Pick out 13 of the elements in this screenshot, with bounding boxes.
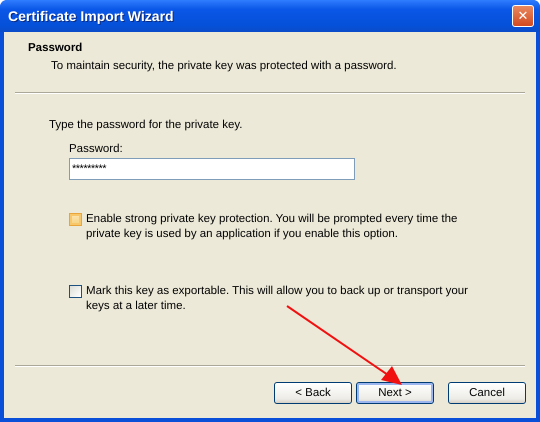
window-title: Certificate Import Wizard [8,8,174,24]
wizard-button[interactable]: < Back [274,382,352,404]
password-field[interactable]: ********* [69,158,355,180]
wizard-button[interactable]: Cancel [448,382,526,404]
password-label: Password: [69,143,124,155]
checkbox[interactable] [69,213,82,226]
instruction-text: Type the password for the private key. [49,119,244,131]
page-title: Password [28,42,84,54]
checkbox[interactable] [69,285,82,298]
page-subtitle: To maintain security, the private key was protected with a password. [50,60,398,72]
wizard-button[interactable]: Next > [356,382,434,404]
checkbox-label: Mark this key as exportable. This will allow you to back up or transport your keys at a later time. [86,284,470,314]
checkbox-label: Enable strong private key protection. You will be prompted every time the private key is used by an application if you enable this option. [86,212,458,242]
